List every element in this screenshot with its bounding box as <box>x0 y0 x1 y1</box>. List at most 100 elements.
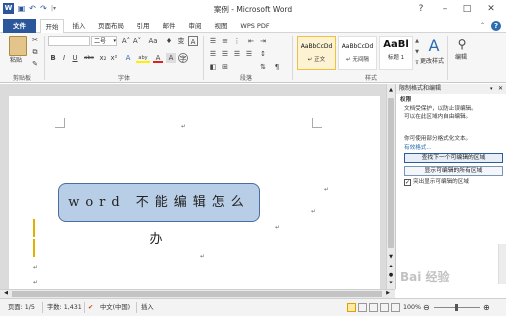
zoom-slider-thumb[interactable] <box>455 304 458 311</box>
decrease-indent-icon[interactable]: ⇤ <box>246 36 256 46</box>
subscript-icon[interactable]: x₂ <box>98 53 108 63</box>
enclose-char-icon[interactable]: 字 <box>178 53 188 63</box>
minimize-button[interactable]: – <box>434 2 456 16</box>
tab-mailings[interactable]: 邮件 <box>158 19 180 33</box>
grow-font-icon[interactable]: A˄ <box>121 36 131 46</box>
superscript-icon[interactable]: x² <box>109 53 119 63</box>
valid-format-link[interactable]: 有效格式... <box>404 143 432 151</box>
sort-icon[interactable]: ⇅ <box>258 62 268 72</box>
status-separator <box>136 302 137 313</box>
horizontal-scrollbar[interactable]: ◀ ▶ <box>0 289 395 298</box>
tab-wps-pdf[interactable]: WPS PDF <box>238 19 272 33</box>
align-right-icon[interactable]: ☰ <box>232 49 242 59</box>
style-normal[interactable]: AaBbCcDd ↵ 正文 <box>297 36 336 70</box>
scroll-up-icon[interactable]: ▲ <box>387 87 395 95</box>
language[interactable]: 中文(中国) <box>100 302 130 313</box>
draft-view-icon[interactable] <box>391 303 400 312</box>
restore-button[interactable]: □ <box>456 2 478 16</box>
italic-icon[interactable]: I <box>59 53 69 63</box>
font-color-icon[interactable]: A <box>153 53 163 63</box>
change-styles-label[interactable]: 更改样式 <box>420 57 444 67</box>
show-all-regions-button[interactable]: 显示可编辑的所有区域 <box>404 166 503 176</box>
style-heading-1[interactable]: AaBl 标题 1 <box>379 36 413 70</box>
web-layout-icon[interactable] <box>369 303 378 312</box>
highlight-regions-checkbox[interactable]: ✓ <box>404 179 411 186</box>
char-border-icon[interactable]: A <box>188 36 198 46</box>
strikethrough-icon[interactable]: abc <box>82 53 96 63</box>
editing-label[interactable]: 编辑 <box>455 53 467 63</box>
text-effects-icon[interactable]: A <box>123 53 133 63</box>
cut-icon[interactable]: ✂ <box>30 35 40 45</box>
ribbon: 粘贴 ✂ ⧉ ✎ 剪贴板 二号 ▾ A˄ A˅ Aa ♦ 变 A B I U ab… <box>0 33 506 83</box>
permissions-heading: 权限 <box>400 97 412 103</box>
proofing-icon[interactable]: ✔ <box>88 302 93 313</box>
next-page-icon[interactable]: ⏷ <box>387 280 395 288</box>
close-button[interactable]: ✕ <box>480 2 502 16</box>
paragraph-mark: ↵ <box>181 123 187 130</box>
pane-close-icon[interactable]: ✕ <box>498 85 505 93</box>
help-icon[interactable]: ? <box>491 21 501 31</box>
scroll-thumb[interactable] <box>388 98 394 248</box>
binoculars-icon[interactable]: ⚲ <box>454 36 470 52</box>
tab-view[interactable]: 视图 <box>210 19 232 33</box>
justify-icon[interactable]: ☰ <box>244 49 254 59</box>
zoom-level[interactable]: 100% <box>403 302 421 313</box>
tab-review[interactable]: 审阅 <box>184 19 206 33</box>
change-styles-icon[interactable]: A <box>424 36 444 56</box>
tab-references[interactable]: 引用 <box>132 19 154 33</box>
tab-insert[interactable]: 插入 <box>68 19 90 33</box>
highlight-icon[interactable]: aby <box>136 53 150 63</box>
scroll-right-icon[interactable]: ▶ <box>384 290 392 298</box>
phonetic-guide-icon[interactable]: 变 <box>176 36 186 46</box>
shrink-font-icon[interactable]: A˅ <box>132 36 142 46</box>
font-size-select[interactable]: 二号 ▾ <box>91 36 117 46</box>
paste-icon[interactable] <box>9 36 27 56</box>
group-separator <box>203 36 204 80</box>
char-shading-icon[interactable]: A <box>166 53 176 63</box>
underline-icon[interactable]: U <box>70 53 80 63</box>
tab-home[interactable]: 开始 <box>40 19 64 34</box>
pane-menu-icon[interactable]: ▾ <box>490 85 497 93</box>
style-no-spacing[interactable]: AaBbCcDd ↵ 无间隔 <box>338 36 377 70</box>
tab-page-layout[interactable]: 页面布局 <box>94 19 128 33</box>
full-screen-view-icon[interactable] <box>358 303 367 312</box>
align-center-icon[interactable]: ☰ <box>220 49 230 59</box>
pane-scrollbar[interactable] <box>498 244 506 284</box>
clear-format-icon[interactable]: ♦ <box>164 36 174 46</box>
insert-mode[interactable]: 插入 <box>141 302 154 313</box>
line-spacing-icon[interactable]: ↕ <box>258 49 268 59</box>
find-next-region-button[interactable]: 查找下一个可编辑的区域 <box>404 153 503 163</box>
word-count[interactable]: 字数: 1,431 <box>47 302 82 313</box>
show-marks-icon[interactable]: ¶ <box>272 62 282 72</box>
group-separator <box>44 36 45 80</box>
format-painter-icon[interactable]: ✎ <box>30 59 40 69</box>
change-case-icon[interactable]: Aa <box>146 36 160 46</box>
zoom-out-icon[interactable]: ⊖ <box>423 302 430 313</box>
bold-icon[interactable]: B <box>48 53 58 63</box>
collapse-ribbon-icon[interactable]: ⌃ <box>480 21 489 30</box>
font-name-select[interactable] <box>48 36 90 46</box>
increase-indent-icon[interactable]: ⇥ <box>258 36 268 46</box>
help-question[interactable]: ? <box>410 2 432 16</box>
scroll-down-icon[interactable]: ▼ <box>387 254 395 262</box>
scroll-left-icon[interactable]: ◀ <box>2 290 10 298</box>
status-bar: 页面: 1/5 字数: 1,431 ✔ 中文(中国) 插入 100% ⊖ ⊕ <box>0 298 506 316</box>
multilevel-list-icon[interactable]: ⋮ <box>232 36 242 46</box>
tab-file[interactable]: 文件 <box>3 19 36 33</box>
copy-icon[interactable]: ⧉ <box>30 47 40 57</box>
bullets-icon[interactable]: ☰ <box>208 36 218 46</box>
page-count[interactable]: 页面: 1/5 <box>8 302 35 313</box>
paste-label[interactable]: 粘贴 <box>10 56 22 66</box>
borders-icon[interactable]: ⊞ <box>220 62 230 72</box>
watermark: Bai 经验 <box>400 270 450 284</box>
print-layout-icon[interactable] <box>347 303 356 312</box>
prev-page-icon[interactable]: ⏶ <box>387 264 395 272</box>
vertical-scrollbar[interactable]: ▲ ▼ ⏶ ● ⏷ <box>386 84 395 289</box>
outline-view-icon[interactable] <box>380 303 389 312</box>
numbering-icon[interactable]: ≡ <box>220 36 230 46</box>
browse-object-icon[interactable]: ● <box>387 272 395 280</box>
zoom-in-icon[interactable]: ⊕ <box>483 302 490 313</box>
hscroll-thumb[interactable] <box>12 291 382 297</box>
align-left-icon[interactable]: ☰ <box>208 49 218 59</box>
shading-icon[interactable]: ◧ <box>208 62 218 72</box>
